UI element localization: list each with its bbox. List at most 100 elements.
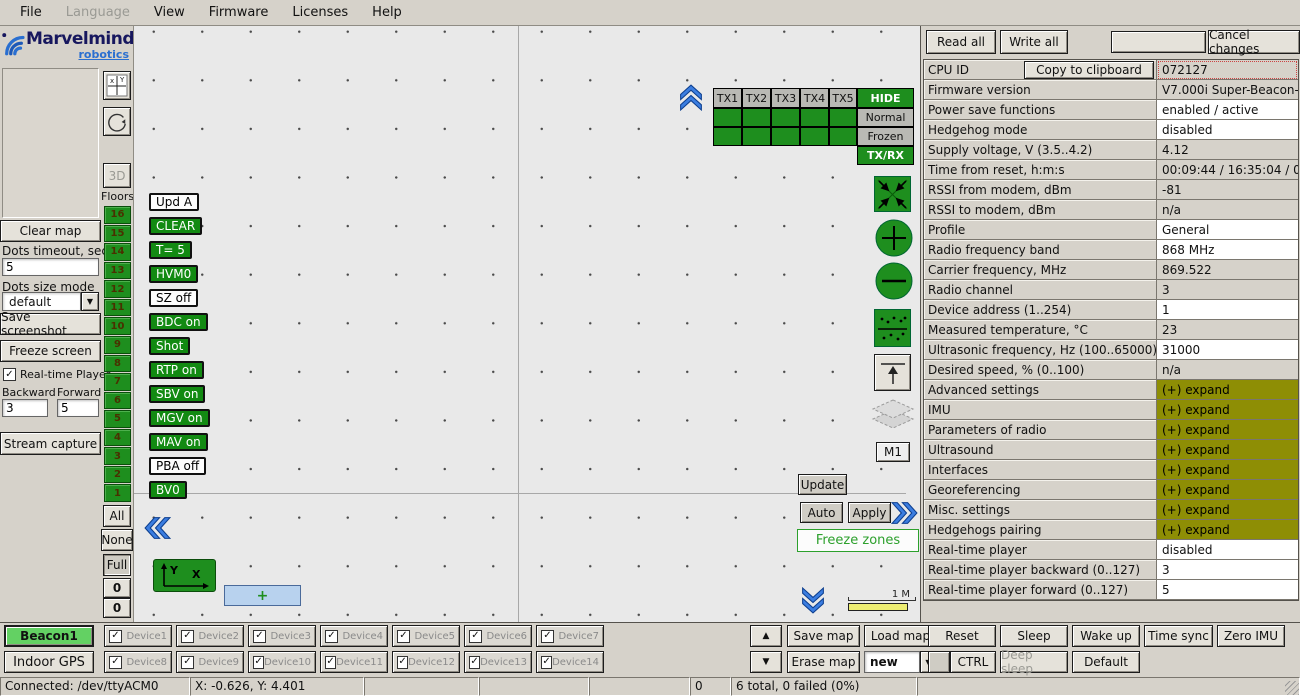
- tx-state-cell[interactable]: [742, 127, 771, 146]
- auto-button[interactable]: Auto: [800, 502, 843, 523]
- setting-value[interactable]: (+) expand: [1157, 420, 1298, 440]
- beacon1-tab[interactable]: Beacon1: [4, 625, 94, 647]
- tx-state-cell[interactable]: [771, 127, 800, 146]
- setting-value[interactable]: (+) expand: [1157, 520, 1298, 540]
- mode-button-hvm0[interactable]: HVM0: [149, 265, 198, 283]
- setting-value[interactable]: (+) expand: [1157, 460, 1298, 480]
- tx-state-cell[interactable]: [742, 108, 771, 127]
- setting-value[interactable]: disabled: [1157, 120, 1298, 140]
- counter-top[interactable]: 0: [103, 578, 131, 598]
- floor-button-7[interactable]: 7: [104, 373, 131, 391]
- mode-button-rtp-on[interactable]: RTP on: [149, 361, 204, 379]
- forward-input[interactable]: [57, 399, 99, 417]
- resize-grip[interactable]: [1285, 681, 1299, 695]
- setting-value[interactable]: 31000: [1157, 340, 1298, 360]
- stream-capture-button[interactable]: Stream capture: [0, 432, 101, 455]
- setting-value[interactable]: (+) expand: [1157, 400, 1298, 420]
- copy-to-clipboard-button[interactable]: Copy to clipboard: [1024, 61, 1154, 79]
- zoom-out-button[interactable]: [875, 262, 913, 303]
- setting-value[interactable]: 868 MHz: [1157, 240, 1298, 260]
- save-screenshot-button[interactable]: Save screenshot: [0, 313, 101, 335]
- apply-button[interactable]: Apply: [848, 502, 891, 523]
- device-toggle-device1[interactable]: ✓Device1: [104, 625, 172, 647]
- setting-value[interactable]: (+) expand: [1157, 500, 1298, 520]
- zoom-in-button[interactable]: [875, 219, 913, 260]
- blank-button[interactable]: [1111, 31, 1206, 53]
- load-map-button[interactable]: Load map: [864, 625, 937, 647]
- setting-value[interactable]: 1: [1157, 300, 1298, 320]
- menu-item-licenses[interactable]: Licenses: [280, 2, 360, 23]
- tx-header-tx3[interactable]: TX3: [771, 88, 800, 108]
- freeze-zones-button[interactable]: Freeze zones: [797, 529, 919, 552]
- tx-header-tx1[interactable]: TX1: [713, 88, 742, 108]
- erase-map-button[interactable]: Erase map: [787, 651, 860, 673]
- map-select[interactable]: new ▼: [864, 651, 937, 673]
- time-sync-button[interactable]: Time sync: [1144, 625, 1213, 647]
- floors-none-button[interactable]: None: [101, 529, 133, 551]
- device-toggle-device6[interactable]: ✓Device6: [464, 625, 532, 647]
- setting-value[interactable]: enabled / active: [1157, 100, 1298, 120]
- chevron-up-double-icon[interactable]: [678, 83, 704, 111]
- mode-button-sbv-on[interactable]: SBV on: [149, 385, 205, 403]
- mode-button-bv0[interactable]: BV0: [149, 481, 187, 499]
- backward-input[interactable]: [2, 399, 48, 417]
- device-toggle-device5[interactable]: ✓Device5: [392, 625, 460, 647]
- floor-button-4[interactable]: 4: [104, 429, 131, 447]
- floor-button-3[interactable]: 3: [104, 447, 131, 465]
- tx-state-cell[interactable]: [713, 108, 742, 127]
- zero-imu-button[interactable]: Zero IMU: [1217, 625, 1285, 647]
- rotate-view-button[interactable]: [103, 107, 131, 136]
- update-button[interactable]: Update: [798, 474, 847, 495]
- device-toggle-device13[interactable]: ✓Device13: [464, 651, 532, 673]
- menu-item-view[interactable]: View: [142, 2, 197, 23]
- device-toggle-device14[interactable]: ✓Device14: [536, 651, 604, 673]
- setting-value[interactable]: General: [1157, 220, 1298, 240]
- device-toggle-device3[interactable]: ✓Device3: [248, 625, 316, 647]
- realtime-player-toggle[interactable]: ✓ Real-time Player: [3, 368, 110, 381]
- tx-header-tx4[interactable]: TX4: [800, 88, 829, 108]
- mode-button-t-5[interactable]: T= 5: [149, 241, 192, 259]
- tx-state-cell[interactable]: [800, 108, 829, 127]
- floor-button-6[interactable]: 6: [104, 392, 131, 410]
- map-canvas[interactable]: TX1TX2TX3TX4TX5HIDENormalFrozenTX/RX Upd…: [133, 26, 920, 622]
- floor-button-10[interactable]: 10: [104, 317, 131, 335]
- tx-state-cell[interactable]: [829, 127, 857, 146]
- dots-display-button[interactable]: [874, 309, 911, 350]
- floor-button-12[interactable]: 12: [104, 280, 131, 298]
- menu-item-file[interactable]: File: [8, 2, 54, 23]
- setting-value[interactable]: (+) expand: [1157, 480, 1298, 500]
- floor-button-16[interactable]: 16: [104, 206, 131, 224]
- tx-state-cell[interactable]: [829, 108, 857, 127]
- write-all-button[interactable]: Write all: [1000, 30, 1068, 54]
- floor-button-8[interactable]: 8: [104, 355, 131, 373]
- fit-to-screen-button[interactable]: [874, 176, 911, 215]
- dots-timeout-input[interactable]: [2, 258, 99, 276]
- mode-button-bdc-on[interactable]: BDC on: [149, 313, 208, 331]
- device-toggle-device11[interactable]: ✓Device11: [320, 651, 388, 673]
- mode-button-clear[interactable]: CLEAR: [149, 217, 202, 235]
- menu-item-firmware[interactable]: Firmware: [197, 2, 281, 23]
- device-toggle-device2[interactable]: ✓Device2: [176, 625, 244, 647]
- tx-frozen-button[interactable]: Frozen: [857, 127, 914, 146]
- clear-map-button[interactable]: Clear map: [0, 220, 101, 242]
- indoor-gps-tab[interactable]: Indoor GPS: [4, 651, 94, 673]
- mode-button-shot[interactable]: Shot: [149, 337, 190, 355]
- chevron-down-double-icon[interactable]: [800, 587, 826, 615]
- floor-button-13[interactable]: 13: [104, 262, 131, 280]
- scroll-up-button[interactable]: ▲: [750, 625, 782, 647]
- floor-button-15[interactable]: 15: [104, 225, 131, 243]
- floor-button-11[interactable]: 11: [104, 299, 131, 317]
- 3d-view-button[interactable]: 3D: [103, 163, 131, 188]
- default-button[interactable]: Default: [1072, 651, 1140, 673]
- tx-state-cell[interactable]: [713, 127, 742, 146]
- device-toggle-device12[interactable]: ✓Device12: [392, 651, 460, 673]
- tx-normal-button[interactable]: Normal: [857, 108, 914, 127]
- freeze-screen-button[interactable]: Freeze screen: [0, 340, 101, 362]
- device-toggle-device9[interactable]: ✓Device9: [176, 651, 244, 673]
- tx-header-tx2[interactable]: TX2: [742, 88, 771, 108]
- deep-sleep-button[interactable]: Deep sleep: [1000, 651, 1068, 673]
- device-toggle-device8[interactable]: ✓Device8: [104, 651, 172, 673]
- axis-orientation-button[interactable]: Y X: [153, 559, 216, 592]
- dots-size-mode-select[interactable]: default ▼: [2, 292, 99, 311]
- ctrl-button[interactable]: CTRL: [950, 651, 996, 673]
